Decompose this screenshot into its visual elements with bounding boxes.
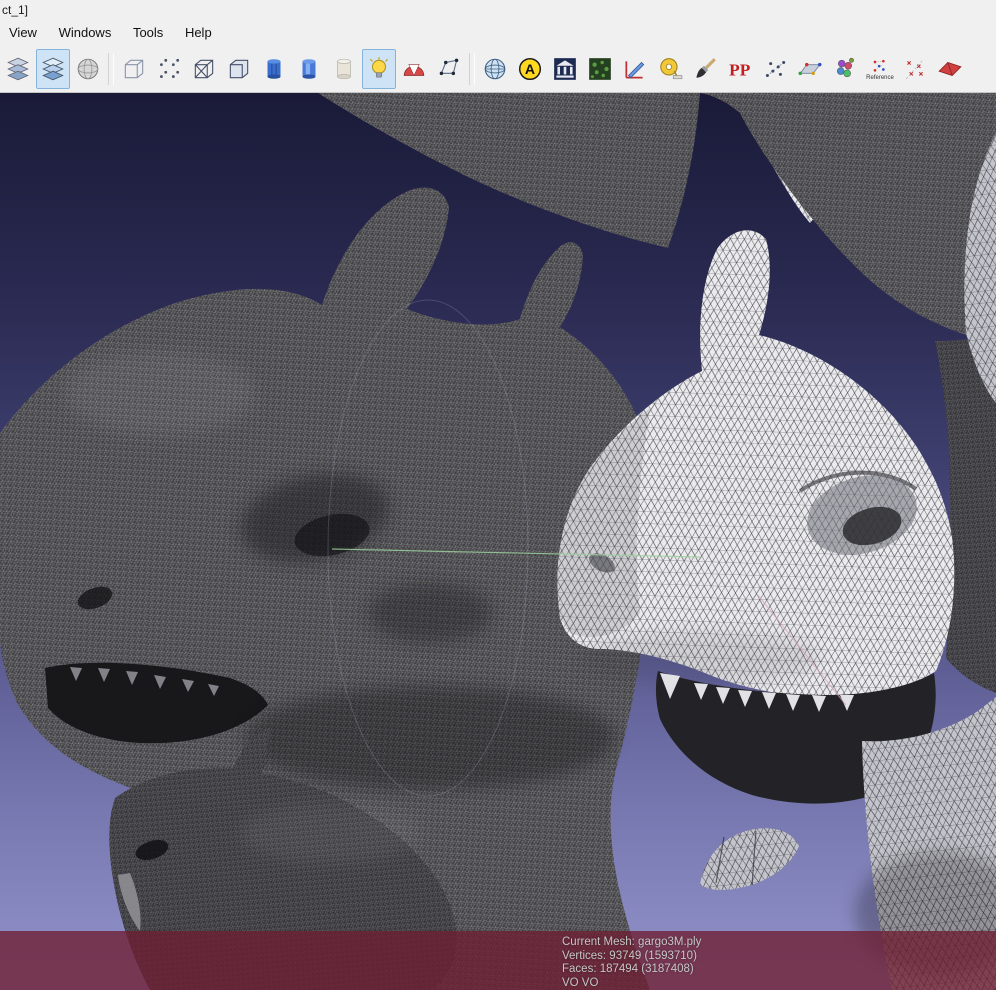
reference-label: Reference: [866, 75, 894, 81]
hidden-lines-button[interactable]: [222, 49, 256, 89]
layers-stack-icon: [5, 56, 31, 82]
point-cloud-button[interactable]: [758, 49, 792, 89]
backface-culling-icon: [401, 56, 427, 82]
hud-partial-line: VO VO: [562, 977, 982, 990]
toolbar-separator: [469, 53, 475, 85]
light-bulb-icon: [366, 56, 392, 82]
svg-text:A: A: [525, 61, 535, 77]
flat-shading-button[interactable]: [257, 49, 291, 89]
pick-points-icon: PP: [727, 56, 753, 82]
tape-measure-icon: [657, 56, 683, 82]
menu-windows[interactable]: Windows: [50, 20, 121, 44]
bounding-box-icon: [121, 56, 147, 82]
edge-select-button[interactable]: [432, 49, 466, 89]
annotation-button[interactable]: A: [513, 49, 547, 89]
menu-view[interactable]: View: [0, 20, 46, 44]
toolbar-separator: [108, 53, 114, 85]
green-texture-icon: [587, 56, 613, 82]
globe-icon: [482, 56, 508, 82]
backface-culling-button[interactable]: [397, 49, 431, 89]
menu-help[interactable]: Help: [176, 20, 221, 44]
meshlab-window: ct_1] View Windows Tools Help: [0, 0, 996, 990]
museum-icon: [552, 56, 578, 82]
smooth-shading-icon: [296, 56, 322, 82]
flat-shading-icon: [261, 56, 287, 82]
wireframe-mode-button[interactable]: [187, 49, 221, 89]
color-cluster-button[interactable]: [828, 49, 862, 89]
smooth-shading-button[interactable]: [292, 49, 326, 89]
point-cloud-icon: [762, 56, 788, 82]
tape-measure-button[interactable]: [653, 49, 687, 89]
vertices-label: Vertices: 93749 (1593710): [562, 950, 982, 964]
layers-stack-button[interactable]: [1, 49, 35, 89]
lighting-toggle-button[interactable]: [362, 49, 396, 89]
texture-shading-icon: [331, 56, 357, 82]
pick-points-button[interactable]: PP: [723, 49, 757, 89]
svg-text:PP: PP: [729, 61, 751, 80]
annotation-a-icon: A: [517, 56, 543, 82]
edge-select-icon: [436, 56, 462, 82]
red-plane-button[interactable]: [933, 49, 967, 89]
hidden-lines-icon: [226, 56, 252, 82]
marker-select-button[interactable]: [898, 49, 932, 89]
trackball-sphere-icon: [75, 56, 101, 82]
points-mode-button[interactable]: [152, 49, 186, 89]
show-layers-dialog-button[interactable]: [36, 49, 70, 89]
reference-points-button[interactable]: Reference: [863, 49, 897, 89]
toolbar: A: [0, 46, 996, 93]
museum-align-button[interactable]: [548, 49, 582, 89]
menu-tools[interactable]: Tools: [124, 20, 172, 44]
paint-brush-button[interactable]: [688, 49, 722, 89]
bounding-box-button[interactable]: [117, 49, 151, 89]
wireframe-mode-icon: [191, 56, 217, 82]
reference-points-icon: [870, 57, 890, 77]
green-texture-button[interactable]: [583, 49, 617, 89]
globe-button[interactable]: [478, 49, 512, 89]
viewport-3d[interactable]: Current Mesh: gargo3M.ply Vertices: 9374…: [0, 93, 996, 990]
red-plane-icon: [937, 56, 963, 82]
mesh-info-overlay: Current Mesh: gargo3M.ply Vertices: 9374…: [562, 936, 982, 990]
measure-axis-icon: [622, 56, 648, 82]
current-mesh-label: Current Mesh: gargo3M.ply: [562, 936, 982, 950]
paint-brush-icon: [692, 56, 718, 82]
trackball-sphere-button[interactable]: [71, 49, 105, 89]
texture-shading-button[interactable]: [327, 49, 361, 89]
points-mode-icon: [156, 56, 182, 82]
title-bar: ct_1]: [0, 0, 996, 20]
menu-bar: View Windows Tools Help: [0, 20, 996, 46]
window-title: ct_1]: [2, 3, 28, 17]
measure-axis-button[interactable]: [618, 49, 652, 89]
faces-label: Faces: 187494 (3187408): [562, 963, 982, 977]
mesh-render[interactable]: [0, 93, 996, 990]
layers-dialog-icon: [40, 56, 66, 82]
marker-select-icon: [902, 56, 928, 82]
fit-plane-icon: [797, 56, 823, 82]
fit-plane-button[interactable]: [793, 49, 827, 89]
color-cluster-icon: [832, 56, 858, 82]
